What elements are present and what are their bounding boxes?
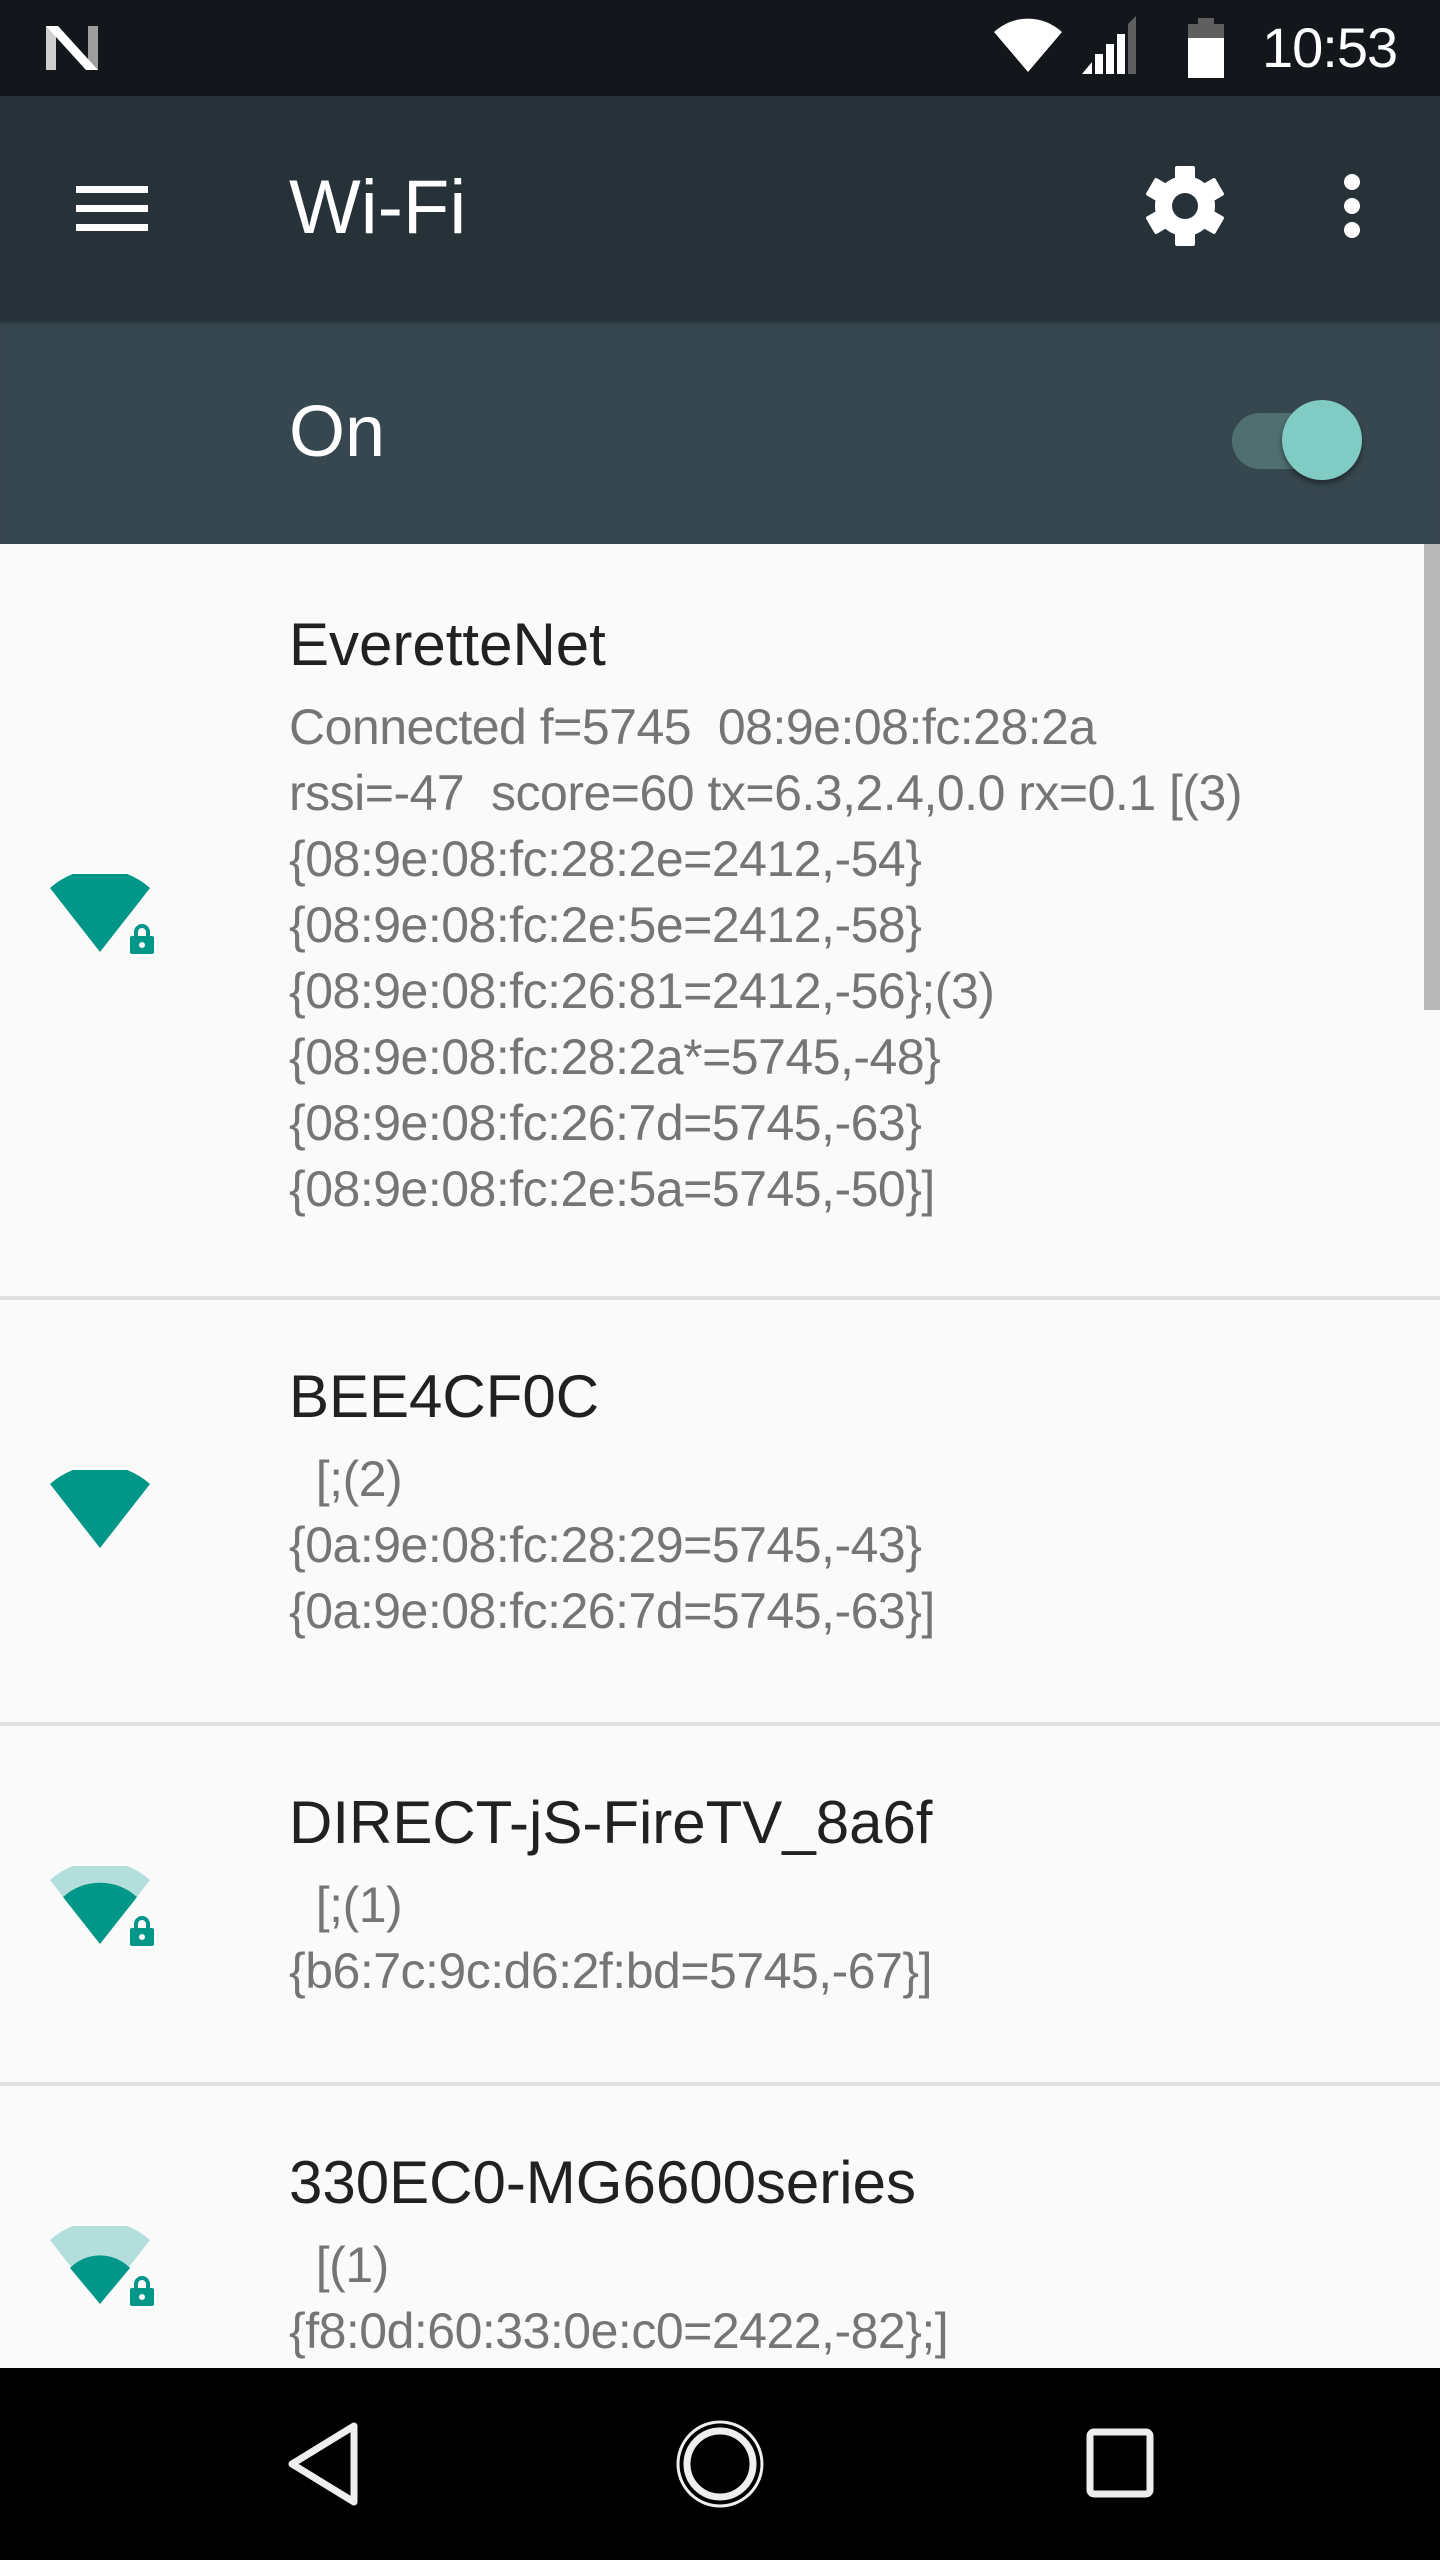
home-circle-icon[interactable]	[650, 2404, 790, 2524]
clock: 10:53	[1262, 16, 1398, 79]
switch-state-label: On	[289, 392, 386, 472]
wifi-signal-3-bars-locked-icon	[48, 1866, 160, 1956]
wifi-signal-2-bars-locked-icon	[48, 2226, 160, 2316]
status-bar: 10:53	[0, 0, 1440, 96]
access-point-item[interactable]: EveretteNet Connected f=5745 08:9e:08:fc…	[0, 544, 1440, 1300]
recents-square-icon[interactable]	[1050, 2404, 1190, 2524]
app-toolbar: Wi-Fi	[0, 96, 1440, 320]
network-ssid: DIRECT-jS-FireTV_8a6f	[289, 1789, 933, 1856]
network-summary: [;(2) {0a:9e:08:fc:28:29=5745,-43} {0a:9…	[289, 1451, 935, 1639]
lock-icon	[130, 1916, 154, 1946]
access-point-item[interactable]: DIRECT-jS-FireTV_8a6f [;(1) {b6:7c:9c:d6…	[0, 1726, 1440, 2086]
n-logo-icon	[46, 26, 98, 70]
battery-icon	[1188, 18, 1224, 78]
cell-signal-icon	[1082, 16, 1136, 74]
wifi-toggle[interactable]	[1228, 390, 1364, 480]
wifi-signal-icon	[994, 18, 1062, 72]
page-title: Wi-Fi	[289, 165, 467, 250]
wifi-signal-full-locked-icon	[48, 874, 160, 964]
access-point-item[interactable]: 330EC0-MG6600series [(1) {f8:0d:60:33:0e…	[0, 2086, 1440, 2368]
list-scrollbar[interactable]	[1424, 544, 1440, 1010]
toggle-thumb	[1282, 400, 1362, 480]
network-summary: Connected f=5745 08:9e:08:fc:28:2a rssi=…	[289, 699, 1243, 1217]
back-triangle-icon[interactable]	[250, 2404, 390, 2524]
network-summary: [;(1) {b6:7c:9c:d6:2f:bd=5745,-67}]	[289, 1877, 933, 1999]
access-point-item[interactable]: BEE4CF0C [;(2) {0a:9e:08:fc:28:29=5745,-…	[0, 1300, 1440, 1726]
wifi-master-switch-bar[interactable]: On	[0, 320, 1440, 544]
network-ssid: BEE4CF0C	[289, 1363, 600, 1430]
lock-icon	[130, 2276, 154, 2306]
system-nav-bar	[0, 2368, 1440, 2560]
network-ssid: EveretteNet	[289, 611, 606, 678]
network-summary: [(1) {f8:0d:60:33:0e:c0=2422,-82};]	[289, 2237, 949, 2359]
network-ssid: 330EC0-MG6600series	[289, 2149, 916, 2216]
wifi-signal-full-icon	[48, 1470, 160, 1560]
more-vert-icon[interactable]	[1320, 158, 1384, 254]
access-point-list: EveretteNet Connected f=5745 08:9e:08:fc…	[0, 544, 1440, 2368]
gear-icon[interactable]	[1130, 158, 1240, 254]
lock-icon	[130, 924, 154, 954]
hamburger-menu-icon[interactable]	[60, 168, 164, 248]
